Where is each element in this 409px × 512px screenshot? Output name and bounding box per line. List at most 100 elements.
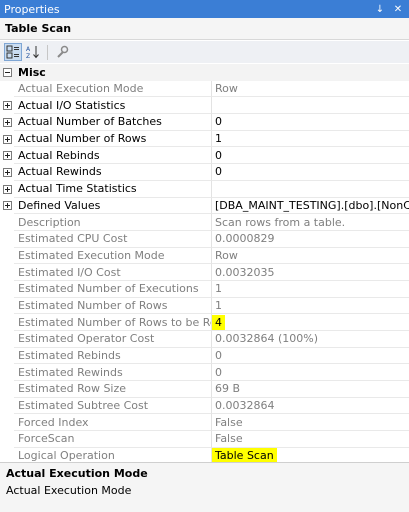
expand-icon[interactable] <box>0 131 14 148</box>
property-value-text: 1 <box>215 282 222 296</box>
property-row[interactable]: Estimated CPU Cost 0.0000829 <box>0 230 409 248</box>
expand-icon[interactable] <box>0 97 14 114</box>
row-gutter <box>0 381 14 398</box>
property-name: Estimated I/O Cost <box>14 264 211 281</box>
property-value[interactable]: Row <box>211 247 409 265</box>
expand-icon[interactable] <box>0 198 14 215</box>
row-gutter <box>0 331 14 348</box>
property-value[interactable]: 0 <box>211 147 409 165</box>
property-value[interactable]: 0 <box>211 114 409 131</box>
property-row[interactable]: Estimated Subtree Cost 0.0032864 <box>0 397 409 415</box>
row-gutter <box>0 314 14 331</box>
property-row[interactable]: Estimated Row Size 69 B <box>0 381 409 398</box>
property-value[interactable]: 0.0032864 (100%) <box>211 331 409 348</box>
property-name: Estimated Rebinds <box>14 348 211 365</box>
property-row[interactable]: Actual Execution Mode Row <box>0 80 409 98</box>
property-row[interactable]: Estimated Operator Cost 0.0032864 (100%) <box>0 331 409 348</box>
property-name: Actual Rebinds <box>14 147 211 165</box>
property-value[interactable] <box>211 97 409 115</box>
property-row[interactable]: Actual I/O Statistics <box>0 97 409 115</box>
row-gutter <box>0 231 14 248</box>
property-value[interactable]: 0.0000829 <box>211 230 409 248</box>
property-value[interactable]: [DBA_MAINT_TESTING].[dbo].[NonClustered <box>211 197 409 215</box>
close-icon[interactable]: ✕ <box>391 4 405 15</box>
property-value[interactable]: False <box>211 414 409 432</box>
expand-icon[interactable] <box>0 114 14 131</box>
property-row[interactable]: Estimated Execution Mode Row <box>0 247 409 265</box>
property-name: Defined Values <box>14 198 211 215</box>
property-value[interactable]: Table Scan <box>211 447 409 462</box>
property-value-text: False <box>215 415 243 429</box>
property-row[interactable]: Estimated Number of Rows to be Read 4 <box>0 314 409 331</box>
property-row[interactable]: Estimated Rebinds 0 <box>0 347 409 365</box>
property-row[interactable]: Logical Operation Table Scan <box>0 447 409 462</box>
property-value[interactable]: Row <box>211 80 409 98</box>
window-title: Properties <box>4 2 60 16</box>
highlighted-value: Table Scan <box>212 448 277 462</box>
row-gutter <box>0 281 14 298</box>
row-gutter <box>0 298 14 315</box>
property-row[interactable]: Estimated I/O Cost 0.0032035 <box>0 264 409 281</box>
property-name: Estimated Number of Executions <box>14 281 211 298</box>
property-value-text: 0.0032864 (100%) <box>215 332 319 346</box>
property-value[interactable]: 1 <box>211 280 409 298</box>
property-name: Actual I/O Statistics <box>14 97 211 115</box>
row-gutter <box>0 81 14 98</box>
property-value[interactable]: 0 <box>211 347 409 365</box>
property-value[interactable]: 0.0032864 <box>211 397 409 415</box>
property-row[interactable]: Actual Rebinds 0 <box>0 147 409 165</box>
property-value-text: 0 <box>215 349 222 363</box>
categorized-icon[interactable] <box>4 43 22 61</box>
property-value[interactable] <box>211 180 409 198</box>
property-value-text: 1 <box>215 298 222 312</box>
svg-text:A: A <box>26 46 31 53</box>
category-label: Misc <box>18 65 46 79</box>
property-value[interactable]: 69 B <box>211 381 409 398</box>
property-value[interactable]: 0 <box>211 364 409 382</box>
property-value[interactable]: 4 <box>211 314 409 331</box>
property-value[interactable]: 1 <box>211 297 409 315</box>
row-gutter <box>0 398 14 415</box>
property-value-text: [DBA_MAINT_TESTING].[dbo].[NonClustered <box>215 198 409 212</box>
property-row[interactable]: Forced Index False <box>0 414 409 432</box>
row-gutter <box>0 448 14 462</box>
row-gutter <box>0 214 14 231</box>
property-value-text: Scan rows from a table. <box>215 215 346 229</box>
property-value-text: 0.0032035 <box>215 265 275 279</box>
expand-icon[interactable] <box>0 181 14 198</box>
property-row[interactable]: ForceScan False <box>0 431 409 448</box>
property-value[interactable]: Scan rows from a table. <box>211 214 409 231</box>
property-row[interactable]: Estimated Number of Rows 1 <box>0 297 409 315</box>
property-row[interactable]: Actual Rewinds 0 <box>0 164 409 181</box>
property-row[interactable]: Defined Values [DBA_MAINT_TESTING].[dbo].… <box>0 197 409 215</box>
alphabetical-icon[interactable]: A Z <box>24 43 42 61</box>
property-value-text: 0.0000829 <box>215 232 275 246</box>
category-misc[interactable]: Misc <box>0 64 409 81</box>
property-name: Estimated Subtree Cost <box>14 398 211 415</box>
description-title: Actual Execution Mode <box>6 467 148 480</box>
property-pages-icon[interactable] <box>53 43 71 61</box>
property-value[interactable]: 0.0032035 <box>211 264 409 281</box>
property-row[interactable]: Estimated Rewinds 0 <box>0 364 409 382</box>
property-row[interactable]: Description Scan rows from a table. <box>0 214 409 231</box>
property-value-text: 0 <box>215 165 222 179</box>
property-row[interactable]: Estimated Number of Executions 1 <box>0 280 409 298</box>
property-value-text: 1 <box>215 132 222 146</box>
property-value[interactable]: 1 <box>211 130 409 148</box>
property-row[interactable]: Actual Number of Batches 0 <box>0 114 409 131</box>
property-row[interactable]: Actual Number of Rows 1 <box>0 130 409 148</box>
property-name: Actual Execution Mode <box>14 81 211 98</box>
expand-icon[interactable] <box>0 164 14 181</box>
property-value[interactable]: False <box>211 431 409 448</box>
property-name: Actual Rewinds <box>14 164 211 181</box>
property-value[interactable]: 0 <box>211 164 409 181</box>
row-gutter <box>0 264 14 281</box>
pin-icon[interactable]: ↓ <box>373 4 387 15</box>
description-pane: Actual Execution Mode Actual Execution M… <box>0 462 409 512</box>
property-name: Actual Number of Batches <box>14 114 211 131</box>
property-name: Estimated Row Size <box>14 381 211 398</box>
property-row[interactable]: Actual Time Statistics <box>0 180 409 198</box>
collapse-icon[interactable] <box>0 64 14 81</box>
expand-icon[interactable] <box>0 147 14 164</box>
property-value-text: Row <box>215 82 238 96</box>
